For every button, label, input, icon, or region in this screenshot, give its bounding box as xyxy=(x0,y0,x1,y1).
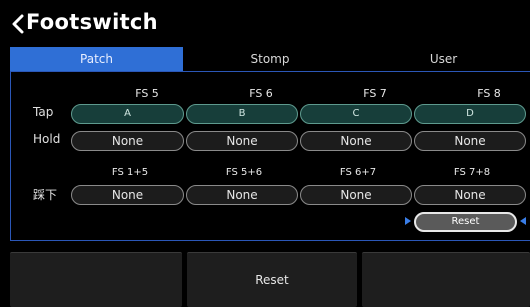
hold-row-label: Hold xyxy=(33,132,61,146)
tap-fs5-button[interactable]: A xyxy=(71,104,184,124)
press-fs7-8-button[interactable]: None xyxy=(414,185,526,205)
column-header-fs7-8: FS 7+8 xyxy=(453,167,491,178)
press-fs6-7-button[interactable]: None xyxy=(300,185,412,205)
bottom-right-button[interactable] xyxy=(362,252,530,307)
hold-fs8-button[interactable]: None xyxy=(414,131,526,151)
tap-row-label: Tap xyxy=(33,105,54,119)
selection-arrow-left-icon xyxy=(520,217,526,225)
tab-patch[interactable]: Patch xyxy=(10,47,183,71)
hold-fs7-button[interactable]: None xyxy=(300,131,412,151)
selection-arrow-right-icon xyxy=(405,217,411,225)
tab-stomp[interactable]: Stomp xyxy=(183,47,357,71)
tap-fs7-button[interactable]: C xyxy=(300,104,412,124)
column-header-fs7: FS 7 xyxy=(363,87,387,100)
bottom-button-bar: Reset xyxy=(10,252,530,307)
column-header-fs6: FS 6 xyxy=(249,87,273,100)
press-row-label: 踩下 xyxy=(33,188,58,202)
press-fs5-6-button[interactable]: None xyxy=(186,185,298,205)
tap-fs6-button[interactable]: B xyxy=(186,104,298,124)
page-title: Footswitch xyxy=(26,10,158,34)
bottom-reset-button[interactable]: Reset xyxy=(187,252,357,307)
chevron-left-icon[interactable] xyxy=(10,14,26,34)
column-header-fs1-5: FS 1+5 xyxy=(111,167,149,178)
hold-fs6-button[interactable]: None xyxy=(186,131,298,151)
tab-user[interactable]: User xyxy=(357,47,530,71)
column-header-fs6-7: FS 6+7 xyxy=(339,167,377,178)
tab-bar: Patch Stomp User xyxy=(10,47,530,71)
column-header-fs8: FS 8 xyxy=(477,87,501,100)
press-fs1-5-button[interactable]: None xyxy=(71,185,184,205)
column-header-fs5-6: FS 5+6 xyxy=(225,167,263,178)
tap-fs8-button[interactable]: D xyxy=(414,104,526,124)
reset-pill-button[interactable]: Reset xyxy=(414,212,517,232)
footswitch-panel: FS 5 FS 6 FS 7 FS 8 Tap A B C D Hold Non… xyxy=(10,71,530,241)
title-bar: Footswitch xyxy=(0,0,530,46)
hold-fs5-button[interactable]: None xyxy=(71,131,184,151)
bottom-left-button[interactable] xyxy=(10,252,182,307)
column-header-fs5: FS 5 xyxy=(135,87,159,100)
